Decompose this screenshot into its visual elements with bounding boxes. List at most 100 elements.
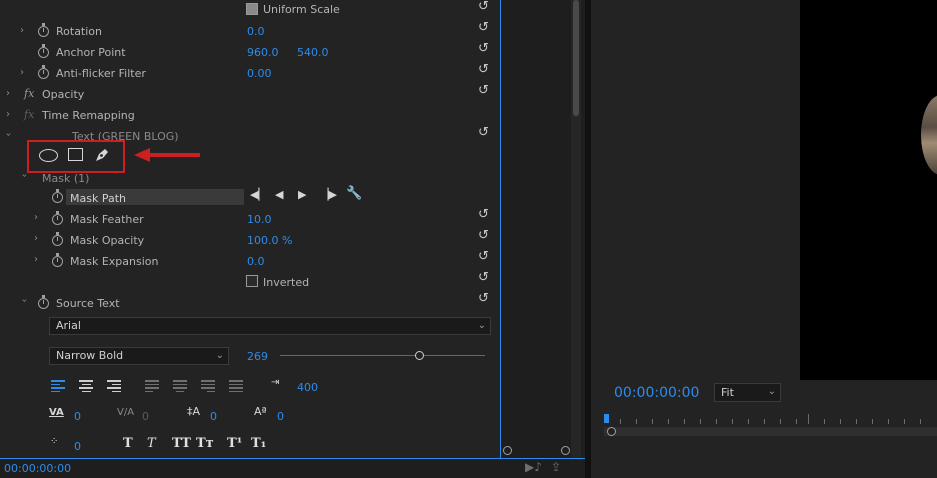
stopwatch-icon[interactable]	[38, 44, 49, 58]
mask-path-label: Mask Path	[70, 192, 126, 205]
anti-flicker-value[interactable]: 0.00	[247, 67, 272, 80]
chevron-right-icon[interactable]: ›	[6, 109, 10, 120]
chevron-right-icon[interactable]: ›	[34, 233, 38, 244]
rectangle-mask-icon[interactable]	[68, 148, 83, 161]
monitor-scroll-bar[interactable]	[604, 427, 937, 436]
stopwatch-icon[interactable]	[38, 295, 49, 309]
anchor-point-y[interactable]: 540.0	[297, 46, 329, 59]
mask-expansion-label: Mask Expansion	[70, 255, 159, 268]
mask-label: Mask (1)	[42, 172, 90, 185]
reset-icon[interactable]: ↺	[478, 125, 489, 140]
faux-bold-button[interactable]: T	[123, 436, 133, 451]
filter-icon[interactable]: ▶♪	[525, 460, 542, 474]
align-center-icon[interactable]	[79, 378, 93, 394]
tracking-value[interactable]: 0	[142, 410, 149, 423]
step-backward-icon[interactable]: ◀	[275, 188, 283, 201]
chevron-down-icon: ⌄	[477, 320, 486, 331]
tab-width-value[interactable]: 400	[297, 381, 318, 394]
zoom-dropdown[interactable]: Fit ⌄	[714, 383, 781, 402]
font-style-dropdown[interactable]: Narrow Bold ⌄	[49, 347, 229, 365]
chevron-down-icon[interactable]: ›	[3, 133, 14, 137]
zoom-handle-left[interactable]	[503, 446, 512, 455]
small-caps-button[interactable]: Tт	[196, 436, 214, 451]
justify-all-icon[interactable]	[229, 378, 243, 394]
wrench-icon[interactable]: 🔧	[346, 186, 362, 201]
stopwatch-icon[interactable]	[52, 189, 63, 203]
time-remapping-label: Time Remapping	[42, 109, 135, 122]
justify-last-center-icon[interactable]	[173, 378, 187, 394]
chevron-down-icon[interactable]: ›	[19, 299, 30, 303]
stopwatch-icon[interactable]	[38, 65, 49, 79]
chevron-right-icon[interactable]: ›	[34, 212, 38, 223]
reset-icon[interactable]: ↺	[478, 270, 489, 285]
chevron-down-icon[interactable]: ›	[19, 174, 30, 178]
reset-icon[interactable]: ↺	[478, 207, 489, 222]
reset-icon[interactable]: ↺	[478, 41, 489, 56]
all-caps-button[interactable]: TT	[172, 436, 191, 451]
mask-feather-value[interactable]: 10.0	[247, 213, 272, 226]
mask-feather-label: Mask Feather	[70, 213, 144, 226]
font-family-value: Arial	[56, 319, 81, 332]
video-frame[interactable]	[800, 0, 937, 380]
track-forward-icon[interactable]: ▕▶	[320, 188, 337, 201]
tsume-icon: ⁘	[50, 436, 59, 447]
pen-mask-icon[interactable]	[93, 146, 111, 164]
step-forward-icon[interactable]: ▶	[298, 188, 306, 201]
mask-expansion-value[interactable]: 0.0	[247, 255, 265, 268]
stopwatch-icon[interactable]	[52, 211, 63, 225]
align-right-icon[interactable]	[107, 378, 121, 394]
tsume-value[interactable]: 0	[74, 440, 81, 453]
subscript-button[interactable]: T₁	[251, 436, 266, 451]
chevron-down-icon: ⌄	[215, 350, 224, 361]
kerning-icon: VA	[49, 407, 64, 418]
monitor-timecode[interactable]: 00:00:00:00	[614, 385, 699, 401]
reset-icon[interactable]: ↺	[478, 249, 489, 264]
fx-icon[interactable]: fx	[24, 87, 34, 100]
chevron-right-icon[interactable]: ›	[20, 67, 24, 78]
font-size-slider-knob[interactable]	[415, 351, 424, 360]
uniform-scale-label: Uniform Scale	[263, 3, 340, 16]
reset-icon[interactable]: ↺	[478, 291, 489, 306]
stopwatch-icon[interactable]	[52, 232, 63, 246]
leading-value[interactable]: 0	[210, 410, 217, 423]
font-size-slider-track[interactable]	[280, 355, 485, 356]
inverted-checkbox[interactable]	[246, 275, 258, 287]
chevron-right-icon[interactable]: ›	[20, 25, 24, 36]
tracking-icon: V/A	[117, 407, 135, 418]
faux-italic-button[interactable]: T	[147, 436, 156, 451]
export-icon[interactable]: ⇪	[551, 460, 561, 474]
uniform-scale-checkbox[interactable]	[246, 3, 258, 15]
anchor-point-x[interactable]: 960.0	[247, 46, 279, 59]
scrollbar-thumb[interactable]	[573, 0, 579, 116]
chevron-right-icon[interactable]: ›	[6, 88, 10, 99]
reset-icon[interactable]: ↺	[478, 20, 489, 35]
chevron-down-icon: ⌄	[767, 386, 776, 397]
align-left-icon[interactable]	[51, 378, 65, 394]
baseline-shift-icon: Aª	[254, 405, 267, 418]
kerning-value[interactable]: 0	[74, 410, 81, 423]
panel-focus-border	[500, 0, 501, 458]
mask-opacity-value[interactable]: 100.0 %	[247, 234, 292, 247]
chevron-right-icon[interactable]: ›	[34, 254, 38, 265]
justify-last-left-icon[interactable]	[145, 378, 159, 394]
zoom-handle-right[interactable]	[561, 446, 570, 455]
justify-last-right-icon[interactable]	[201, 378, 215, 394]
stopwatch-icon[interactable]	[52, 253, 63, 267]
superscript-button[interactable]: T¹	[227, 436, 242, 451]
stopwatch-icon[interactable]	[38, 23, 49, 37]
reset-icon[interactable]: ↺	[478, 83, 489, 98]
reset-icon[interactable]: ↺	[478, 228, 489, 243]
ellipse-mask-icon[interactable]	[39, 149, 58, 162]
font-size-value[interactable]: 269	[247, 350, 268, 363]
reset-icon[interactable]: ↺	[478, 0, 489, 14]
baseline-shift-value[interactable]: 0	[277, 410, 284, 423]
source-text-label: Source Text	[56, 297, 120, 310]
monitor-zoom-handle[interactable]	[607, 427, 616, 436]
monitor-time-ruler[interactable]	[600, 412, 937, 426]
track-backward-icon[interactable]: ◀▏	[250, 188, 267, 201]
font-family-dropdown[interactable]: Arial ⌄	[49, 317, 491, 335]
reset-icon[interactable]: ↺	[478, 62, 489, 77]
rotation-label: Rotation	[56, 25, 103, 38]
rotation-value[interactable]: 0.0	[247, 25, 265, 38]
footer-timecode[interactable]: 00:00:00:00	[4, 462, 71, 475]
